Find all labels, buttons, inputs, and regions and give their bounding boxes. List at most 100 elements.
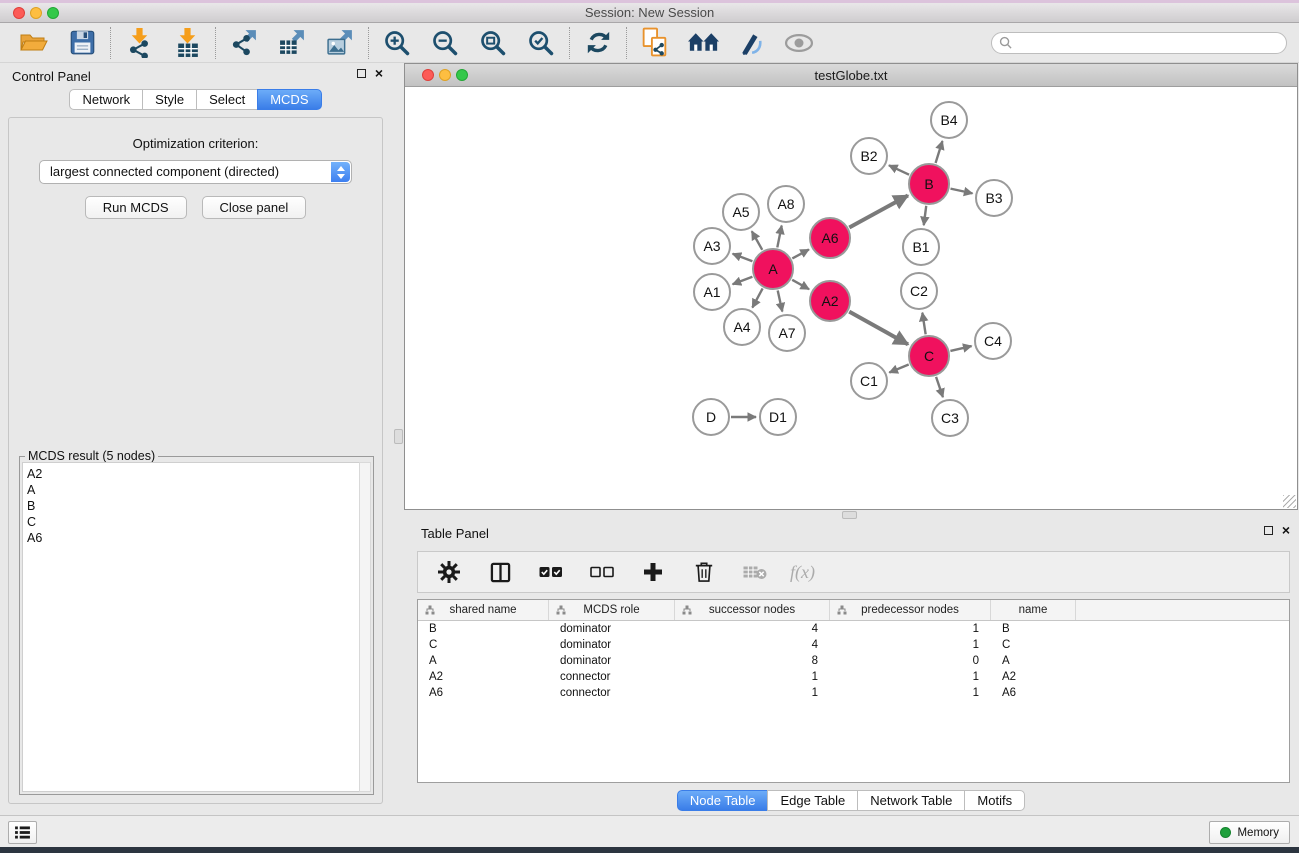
table-row[interactable]: Adominator80A: [418, 653, 1289, 669]
tab-edge-table[interactable]: Edge Table: [767, 790, 858, 811]
column-header-shared-name[interactable]: shared name: [418, 600, 549, 620]
column-header-successor-nodes[interactable]: successor nodes: [675, 600, 830, 620]
mcds-result-item[interactable]: A6: [27, 530, 359, 546]
close-panel-button[interactable]: Close panel: [202, 196, 307, 219]
select-all-icon[interactable]: [535, 556, 567, 588]
graph-edge-C-C2[interactable]: [922, 313, 925, 335]
graph-node-A5[interactable]: A5: [722, 193, 760, 231]
graph-node-A7[interactable]: A7: [768, 314, 806, 352]
graph-edge-B-B1[interactable]: [924, 206, 926, 225]
column-view-icon[interactable]: [484, 556, 516, 588]
graph-node-B2[interactable]: B2: [850, 137, 888, 175]
close-panel-icon[interactable]: ×: [375, 69, 383, 78]
task-history-button[interactable]: [8, 821, 37, 844]
graph-node-A6[interactable]: A6: [809, 217, 851, 259]
graph-edge-C-C4[interactable]: [950, 346, 971, 351]
graph-node-A[interactable]: A: [752, 248, 794, 290]
table-row[interactable]: Bdominator41B: [418, 621, 1289, 637]
table-row[interactable]: A6connector11A6: [418, 685, 1289, 701]
graph-edge-A6-B[interactable]: [849, 195, 908, 227]
memory-button[interactable]: Memory: [1209, 821, 1290, 844]
graph-node-A3[interactable]: A3: [693, 227, 731, 265]
vertical-splitter-handle[interactable]: [394, 429, 403, 444]
column-header-predecessor-nodes[interactable]: predecessor nodes: [830, 600, 991, 620]
graph-edge-A-A7[interactable]: [778, 290, 783, 311]
export-table-icon[interactable]: [276, 27, 308, 59]
graph-node-B[interactable]: B: [908, 163, 950, 205]
graph-node-A2[interactable]: A2: [809, 280, 851, 322]
graph-edge-A-A8[interactable]: [777, 226, 781, 248]
column-sort-icon[interactable]: [556, 605, 566, 615]
tab-motifs[interactable]: Motifs: [964, 790, 1025, 811]
float-table-panel-icon[interactable]: [1264, 526, 1273, 535]
table-row[interactable]: A2connector11A2: [418, 669, 1289, 685]
graph-node-C2[interactable]: C2: [900, 272, 938, 310]
zoom-fit-icon[interactable]: [477, 27, 509, 59]
graph-node-A1[interactable]: A1: [693, 273, 731, 311]
run-mcds-button[interactable]: Run MCDS: [85, 196, 187, 219]
deselect-all-icon[interactable]: [586, 556, 618, 588]
graph-edge-B-B3[interactable]: [951, 189, 973, 194]
float-panel-icon[interactable]: [357, 69, 366, 78]
graph-node-B3[interactable]: B3: [975, 179, 1013, 217]
mcds-result-list[interactable]: A2ABCA6: [22, 462, 359, 792]
mcds-result-item[interactable]: B: [27, 498, 359, 514]
graph-node-D[interactable]: D: [692, 398, 730, 436]
graph-node-B4[interactable]: B4: [930, 101, 968, 139]
tab-network[interactable]: Network: [69, 89, 143, 110]
zoom-selected-icon[interactable]: [525, 27, 557, 59]
tab-style[interactable]: Style: [142, 89, 197, 110]
tab-node-table[interactable]: Node Table: [677, 790, 769, 811]
graph-node-C1[interactable]: C1: [850, 362, 888, 400]
graph-node-C[interactable]: C: [908, 335, 950, 377]
clone-network-icon[interactable]: [639, 27, 671, 59]
tab-mcds[interactable]: MCDS: [257, 89, 321, 110]
import-network-icon[interactable]: [123, 27, 155, 59]
graph-node-D1[interactable]: D1: [759, 398, 797, 436]
graph-node-A8[interactable]: A8: [767, 185, 805, 223]
network-window-titlebar[interactable]: testGlobe.txt: [405, 64, 1297, 87]
search-field[interactable]: [991, 32, 1287, 54]
add-column-icon[interactable]: [637, 556, 669, 588]
graph-node-C3[interactable]: C3: [931, 399, 969, 437]
zoom-in-icon[interactable]: [381, 27, 413, 59]
validate-icon[interactable]: [735, 27, 767, 59]
import-table-icon[interactable]: [171, 27, 203, 59]
graph-node-A4[interactable]: A4: [723, 308, 761, 346]
graph-edge-A-A1[interactable]: [733, 277, 753, 284]
mcds-result-item[interactable]: A: [27, 482, 359, 498]
graph-edge-C-C3[interactable]: [936, 377, 943, 397]
tab-select[interactable]: Select: [196, 89, 258, 110]
network-canvas[interactable]: A A1 A2 A3 A4 A5 A6 A7 A8 B B1 B2 B3 B4 C C1 C2 C3 C4 D D1: [405, 88, 1297, 509]
table-settings-icon[interactable]: [433, 556, 465, 588]
window-resize-grip[interactable]: [1283, 495, 1296, 508]
zoom-out-icon[interactable]: [429, 27, 461, 59]
column-header-name[interactable]: name: [991, 600, 1076, 620]
home-icon[interactable]: [687, 27, 719, 59]
export-network-icon[interactable]: [228, 27, 260, 59]
graph-edge-A-A2[interactable]: [792, 280, 809, 289]
export-image-icon[interactable]: [324, 27, 356, 59]
mcds-list-scrollbar[interactable]: [359, 462, 371, 792]
refresh-icon[interactable]: [582, 27, 614, 59]
horizontal-splitter-handle[interactable]: [842, 511, 857, 519]
graph-edge-C-C1[interactable]: [889, 364, 908, 372]
open-session-icon[interactable]: [18, 27, 50, 59]
mcds-result-item[interactable]: A2: [27, 466, 359, 482]
graph-edge-A-A6[interactable]: [792, 249, 809, 258]
column-sort-icon[interactable]: [425, 605, 435, 615]
tab-network-table[interactable]: Network Table: [857, 790, 965, 811]
hide-details-icon[interactable]: [783, 27, 815, 59]
table-row[interactable]: Cdominator41C: [418, 637, 1289, 653]
graph-edge-B-B4[interactable]: [936, 141, 943, 163]
close-table-panel-icon[interactable]: ×: [1282, 526, 1290, 535]
graph-edge-A-A3[interactable]: [733, 254, 753, 261]
delete-column-icon[interactable]: [688, 556, 720, 588]
graph-node-C4[interactable]: C4: [974, 322, 1012, 360]
mcds-result-item[interactable]: C: [27, 514, 359, 530]
graph-edge-B-B2[interactable]: [889, 165, 909, 174]
criterion-dropdown[interactable]: largest connected component (directed): [39, 160, 352, 184]
graph-node-B1[interactable]: B1: [902, 228, 940, 266]
search-input[interactable]: [1012, 36, 1279, 50]
column-sort-icon[interactable]: [837, 605, 847, 615]
